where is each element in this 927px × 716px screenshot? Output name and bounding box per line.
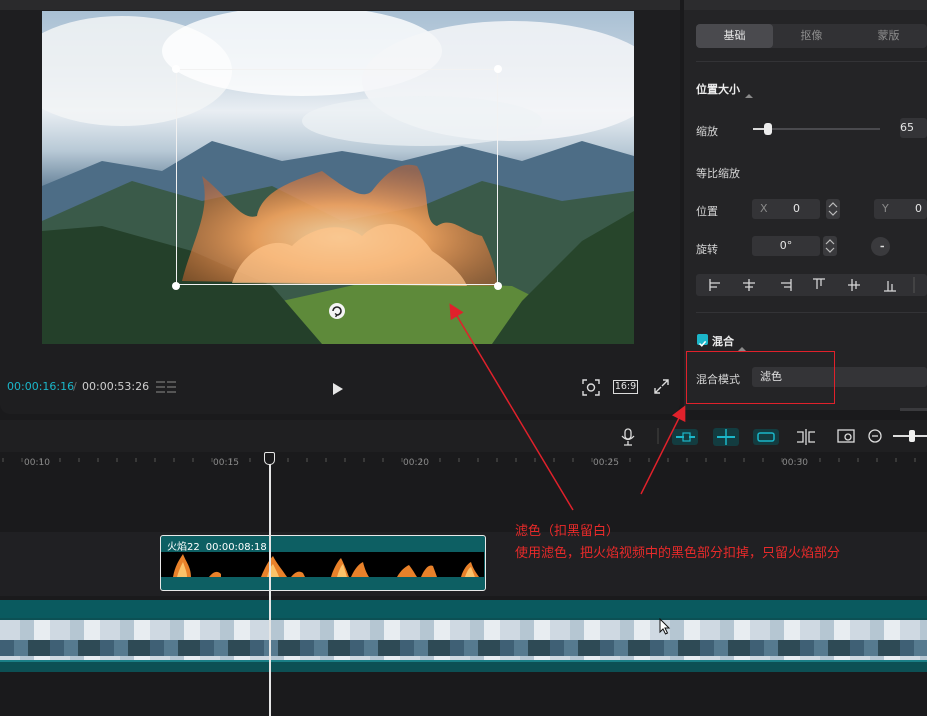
- annotation-arrows: [449, 303, 686, 511]
- annotation-title: 滤色（扣黑留白）: [515, 524, 620, 539]
- annotation-description: 使用滤色，把火焰视频中的黑色部分扣掉，只留火焰部分: [515, 546, 841, 561]
